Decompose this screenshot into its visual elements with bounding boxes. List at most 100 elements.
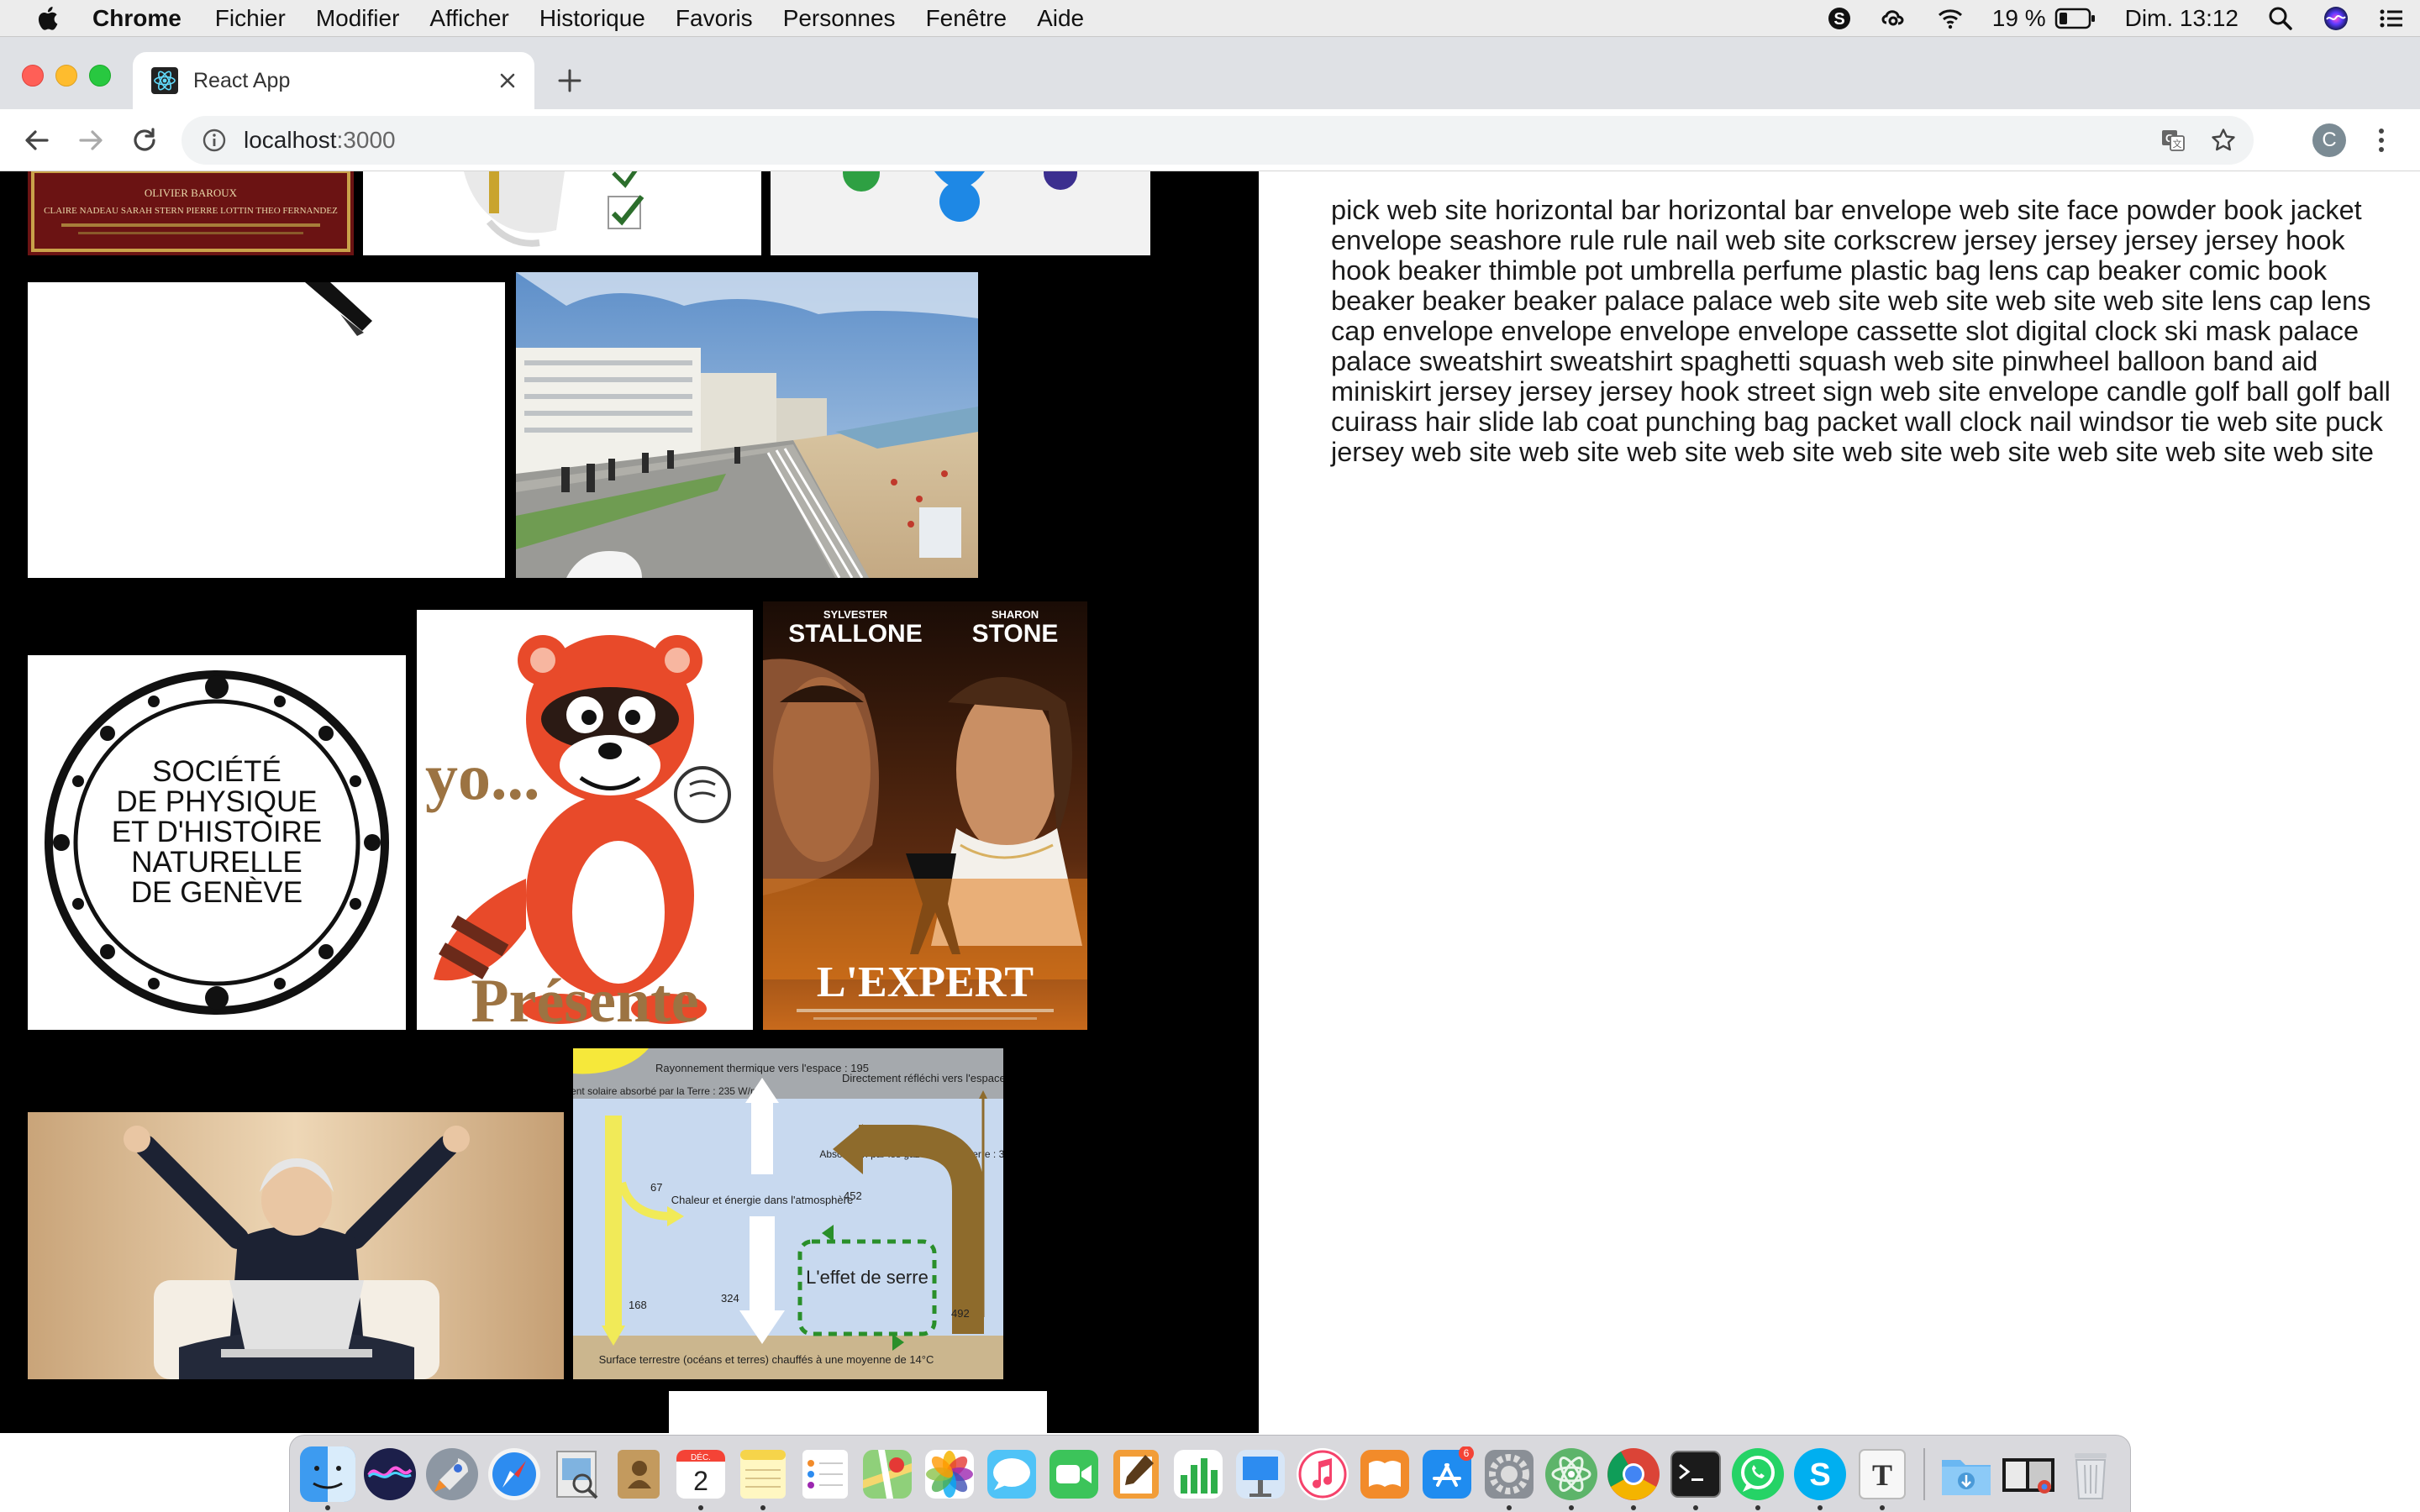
seal-line-2: DE PHYSIQUE bbox=[116, 785, 317, 818]
apple-logo-icon[interactable] bbox=[34, 3, 64, 34]
menu-people[interactable]: Personnes bbox=[783, 5, 896, 32]
beach-promenade-image[interactable] bbox=[516, 272, 978, 578]
diagram-heat: Chaleur et énergie dans l'atmosphère bbox=[671, 1194, 853, 1206]
poster-first-right: SHARON bbox=[992, 608, 1039, 621]
diagram-effect: L'effet de serre bbox=[806, 1267, 929, 1288]
app-store-icon[interactable]: 6 bbox=[1419, 1445, 1475, 1502]
finder-icon[interactable] bbox=[300, 1446, 355, 1510]
reminders-icon[interactable] bbox=[797, 1446, 853, 1502]
trash-icon[interactable] bbox=[2063, 1446, 2118, 1502]
menu-history[interactable]: Historique bbox=[539, 5, 645, 32]
poster-first-left: SYLVESTER bbox=[823, 608, 888, 621]
address-bar[interactable]: localhost:3000 G 文 bbox=[182, 116, 2254, 165]
seal-line-4: NATURELLE bbox=[131, 846, 302, 879]
itunes-icon[interactable] bbox=[1295, 1446, 1350, 1502]
societe-physique-seal-image[interactable]: SOCIÉTÉ DE PHYSIQUE ET D'HISTOIRE NATURE… bbox=[28, 655, 406, 1030]
chrome-dock-icon[interactable] bbox=[1606, 1446, 1661, 1510]
window-zoom-button[interactable] bbox=[89, 65, 111, 87]
menu-bookmarks[interactable]: Favoris bbox=[676, 5, 753, 32]
notification-center-icon[interactable] bbox=[2378, 5, 2405, 32]
profile-avatar[interactable]: C bbox=[2312, 123, 2346, 157]
diagram-reflected: Directement réfléchi vers l'espace : 40 bbox=[842, 1072, 1003, 1084]
seal-line-1: SOCIÉTÉ bbox=[152, 755, 281, 788]
messages-icon[interactable] bbox=[984, 1446, 1039, 1502]
pen-on-white-image[interactable] bbox=[28, 282, 505, 578]
whatsapp-icon[interactable] bbox=[1730, 1446, 1786, 1510]
window-close-button[interactable] bbox=[22, 65, 44, 87]
bookmark-star-icon[interactable] bbox=[2210, 127, 2237, 154]
atom-editor-icon[interactable] bbox=[1544, 1446, 1599, 1510]
pages-icon[interactable] bbox=[1108, 1446, 1164, 1502]
calendar-icon[interactable]: DÉC. 2 bbox=[673, 1446, 729, 1510]
menu-view[interactable]: Afficher bbox=[429, 5, 508, 32]
happy-woman-laptop-image[interactable] bbox=[28, 1112, 564, 1379]
diagram-surface: Surface terrestre (océans et terres) cha… bbox=[599, 1353, 934, 1366]
translate-icon[interactable]: G 文 bbox=[2160, 127, 2186, 154]
white-image-partial[interactable] bbox=[669, 1391, 1047, 1433]
menu-file[interactable]: Fichier bbox=[215, 5, 286, 32]
poster-title: L'EXPERT bbox=[817, 958, 1034, 1006]
safari-icon[interactable] bbox=[487, 1446, 542, 1502]
page-viewport: OLIVIER BAROUX CLAIRE NADEAU SARAH STERN… bbox=[0, 171, 2420, 1433]
menu-help[interactable]: Aide bbox=[1037, 5, 1084, 32]
seal-line-3: ET D'HISTOIRE bbox=[112, 816, 322, 848]
tab-react-app[interactable]: React App bbox=[133, 52, 534, 109]
contacts-icon[interactable] bbox=[611, 1446, 666, 1502]
reload-icon[interactable] bbox=[128, 123, 161, 157]
menu-window[interactable]: Fenêtre bbox=[926, 5, 1007, 32]
skype-status-icon[interactable]: S bbox=[1826, 5, 1853, 32]
lexpert-movie-poster-image[interactable]: SYLVESTER STALLONE SHARON STONE L'EXPERT bbox=[763, 601, 1087, 1030]
skype-dock-icon[interactable]: S bbox=[1792, 1446, 1848, 1510]
maps-icon[interactable] bbox=[860, 1446, 915, 1502]
system-preferences-icon[interactable] bbox=[1481, 1446, 1537, 1510]
svg-text:S: S bbox=[1833, 10, 1844, 29]
photos-icon[interactable] bbox=[922, 1446, 977, 1502]
downloads-folder-icon[interactable] bbox=[1939, 1446, 1994, 1502]
battery-percent[interactable]: 19 % bbox=[1992, 5, 2046, 32]
siri-icon[interactable] bbox=[2323, 5, 2349, 32]
creative-cloud-icon[interactable] bbox=[1881, 5, 1908, 32]
numbers-icon[interactable] bbox=[1171, 1446, 1226, 1502]
molecule-image[interactable] bbox=[771, 171, 1150, 255]
notes-icon[interactable] bbox=[735, 1446, 791, 1510]
window-minimize-button[interactable] bbox=[55, 65, 77, 87]
poster-strip-image[interactable]: OLIVIER BAROUX CLAIRE NADEAU SARAH STERN… bbox=[28, 171, 354, 255]
new-tab-icon[interactable] bbox=[555, 66, 585, 96]
forward-arrow-icon[interactable] bbox=[74, 123, 108, 157]
raccoon-presente-text: Présente bbox=[471, 967, 698, 1030]
raccoon-mascot-image[interactable]: yo... Présente bbox=[417, 610, 753, 1030]
predicted-labels-text: pick web site horizontal bar horizontal … bbox=[1331, 195, 2391, 467]
dock-separator bbox=[1923, 1447, 1925, 1500]
preview-icon[interactable] bbox=[549, 1446, 604, 1502]
battery-icon[interactable] bbox=[2054, 7, 2096, 30]
url-port: :3000 bbox=[336, 127, 396, 153]
launchpad-icon[interactable] bbox=[424, 1446, 480, 1502]
site-info-icon[interactable] bbox=[202, 128, 227, 153]
calendar-day: 2 bbox=[693, 1466, 708, 1496]
app-store-badge: 6 bbox=[1464, 1447, 1470, 1459]
books-icon[interactable] bbox=[1357, 1446, 1413, 1502]
chrome-menu-icon[interactable] bbox=[2373, 123, 2390, 157]
typora-icon[interactable]: T bbox=[1854, 1446, 1910, 1510]
siri-dock-icon[interactable] bbox=[362, 1446, 418, 1502]
menu-edit[interactable]: Modifier bbox=[316, 5, 400, 32]
url-host: localhost bbox=[244, 127, 337, 153]
poster-strip-director: OLIVIER BAROUX bbox=[145, 186, 238, 199]
spotlight-search-icon[interactable] bbox=[2267, 5, 2294, 32]
url-text[interactable]: localhost:3000 bbox=[244, 127, 396, 154]
menu-app-name[interactable]: Chrome bbox=[92, 5, 182, 32]
wifi-icon[interactable] bbox=[1937, 5, 1964, 32]
recent-window-thumbnail[interactable] bbox=[2001, 1446, 2056, 1502]
checklist-image[interactable] bbox=[363, 171, 761, 255]
diagram-n492: 492 bbox=[951, 1307, 970, 1320]
tab-close-icon[interactable] bbox=[494, 67, 521, 94]
back-arrow-icon[interactable] bbox=[20, 123, 54, 157]
facetime-icon[interactable] bbox=[1046, 1446, 1102, 1502]
browser-tab-strip: React App bbox=[0, 37, 2420, 109]
menu-clock[interactable]: Dim. 13:12 bbox=[2125, 5, 2238, 32]
greenhouse-effect-diagram-image[interactable]: Rayonnement thermique vers l'espace : 19… bbox=[573, 1048, 1003, 1379]
diagram-n452: 452 bbox=[844, 1189, 862, 1202]
terminal-icon[interactable] bbox=[1668, 1446, 1723, 1510]
keynote-icon[interactable] bbox=[1233, 1446, 1288, 1502]
diagram-solar: Rayonnement solaire absorbé par la Terre… bbox=[573, 1085, 762, 1097]
